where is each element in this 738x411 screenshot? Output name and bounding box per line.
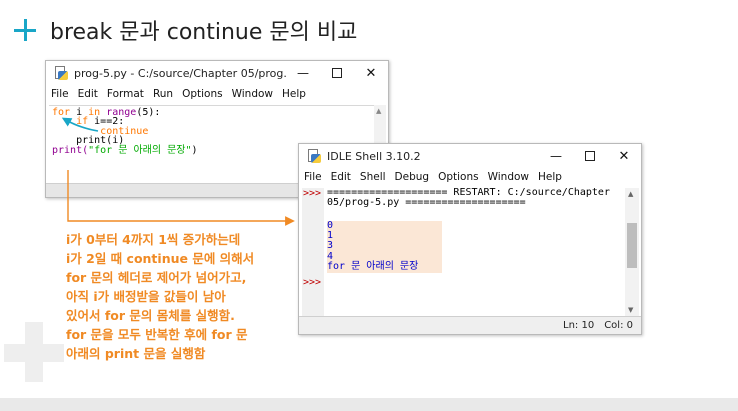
maximize-button[interactable] <box>573 144 607 168</box>
menu-file[interactable]: File <box>304 171 322 183</box>
menu-edit[interactable]: Edit <box>331 171 351 183</box>
plus-watermark-icon <box>4 322 64 382</box>
editor-titlebar[interactable]: prog-5.py - C:/source/Chapter 05/prog...… <box>46 61 388 85</box>
close-button[interactable]: ✕ <box>354 61 388 85</box>
menu-window[interactable]: Window <box>232 88 273 100</box>
plus-icon <box>14 19 36 41</box>
shell-menubar: File Edit Shell Debug Options Window Hel… <box>299 168 641 186</box>
menu-file[interactable]: File <box>51 88 69 100</box>
python-file-icon <box>54 66 68 80</box>
explanation-line: for 문을 모두 반복한 후에 for 문 <box>66 327 248 342</box>
bottom-band <box>0 398 738 411</box>
column-indicator: Col: 0 <box>604 320 633 331</box>
menu-window[interactable]: Window <box>488 171 529 183</box>
python-shell-icon <box>307 149 321 163</box>
menu-help[interactable]: Help <box>282 88 306 100</box>
explanation-line: i가 2일 때 continue 문에 의해서 <box>66 251 255 266</box>
menu-run[interactable]: Run <box>153 88 173 100</box>
shell-output-area[interactable]: >>> >>> ==================== RESTART: C:… <box>302 187 625 316</box>
explanation-line: 아직 i가 배정받을 값들이 남아 <box>66 289 226 304</box>
shell-statusbar: Ln: 10 Col: 0 <box>299 316 641 334</box>
scroll-thumb[interactable] <box>627 223 637 268</box>
section-heading: break 문과 continue 문의 비교 <box>14 14 357 46</box>
menu-help[interactable]: Help <box>538 171 562 183</box>
shell-title: IDLE Shell 3.10.2 <box>327 149 421 163</box>
explanation-line: 있어서 for 문의 몸체를 실행함. <box>66 308 235 323</box>
menu-debug[interactable]: Debug <box>395 171 430 183</box>
menu-shell[interactable]: Shell <box>360 171 386 183</box>
scroll-up-icon[interactable]: ▲ <box>376 107 381 115</box>
menu-options[interactable]: Options <box>182 88 223 100</box>
shell-window: IDLE Shell 3.10.2 — ✕ File Edit Shell De… <box>298 143 642 335</box>
prompt-marker: >>> <box>303 188 322 199</box>
explanation-line: 아래의 print 문을 실행함 <box>66 346 206 361</box>
explanation-line: for 문의 헤더로 제어가 넘어가고, <box>66 270 247 285</box>
minimize-button[interactable]: — <box>539 144 573 168</box>
editor-menubar: File Edit Format Run Options Window Help <box>46 85 388 103</box>
close-button[interactable]: ✕ <box>607 144 641 168</box>
menu-format[interactable]: Format <box>107 88 144 100</box>
editor-title: prog-5.py - C:/source/Chapter 05/prog... <box>74 66 286 80</box>
minimize-button[interactable]: — <box>286 61 320 85</box>
scroll-down-icon[interactable]: ▼ <box>628 306 633 314</box>
shell-titlebar[interactable]: IDLE Shell 3.10.2 — ✕ <box>299 144 641 168</box>
scroll-up-icon[interactable]: ▲ <box>628 190 633 198</box>
program-output: 0 1 3 4 for 문 아래의 문장 <box>327 220 419 272</box>
menu-options[interactable]: Options <box>438 171 479 183</box>
shell-scrollbar[interactable]: ▲ ▼ <box>625 188 639 316</box>
explanation-text: i가 0부터 4까지 1씩 증가하는데 i가 2일 때 continue 문에 … <box>66 230 306 363</box>
menu-edit[interactable]: Edit <box>78 88 98 100</box>
restart-banner: ==================== RESTART: C:/source/… <box>327 187 610 209</box>
line-indicator: Ln: 10 <box>563 320 595 331</box>
heading-title: break 문과 continue 문의 비교 <box>50 20 358 45</box>
explanation-line: i가 0부터 4까지 1씩 증가하는데 <box>66 232 241 247</box>
maximize-button[interactable] <box>320 61 354 85</box>
